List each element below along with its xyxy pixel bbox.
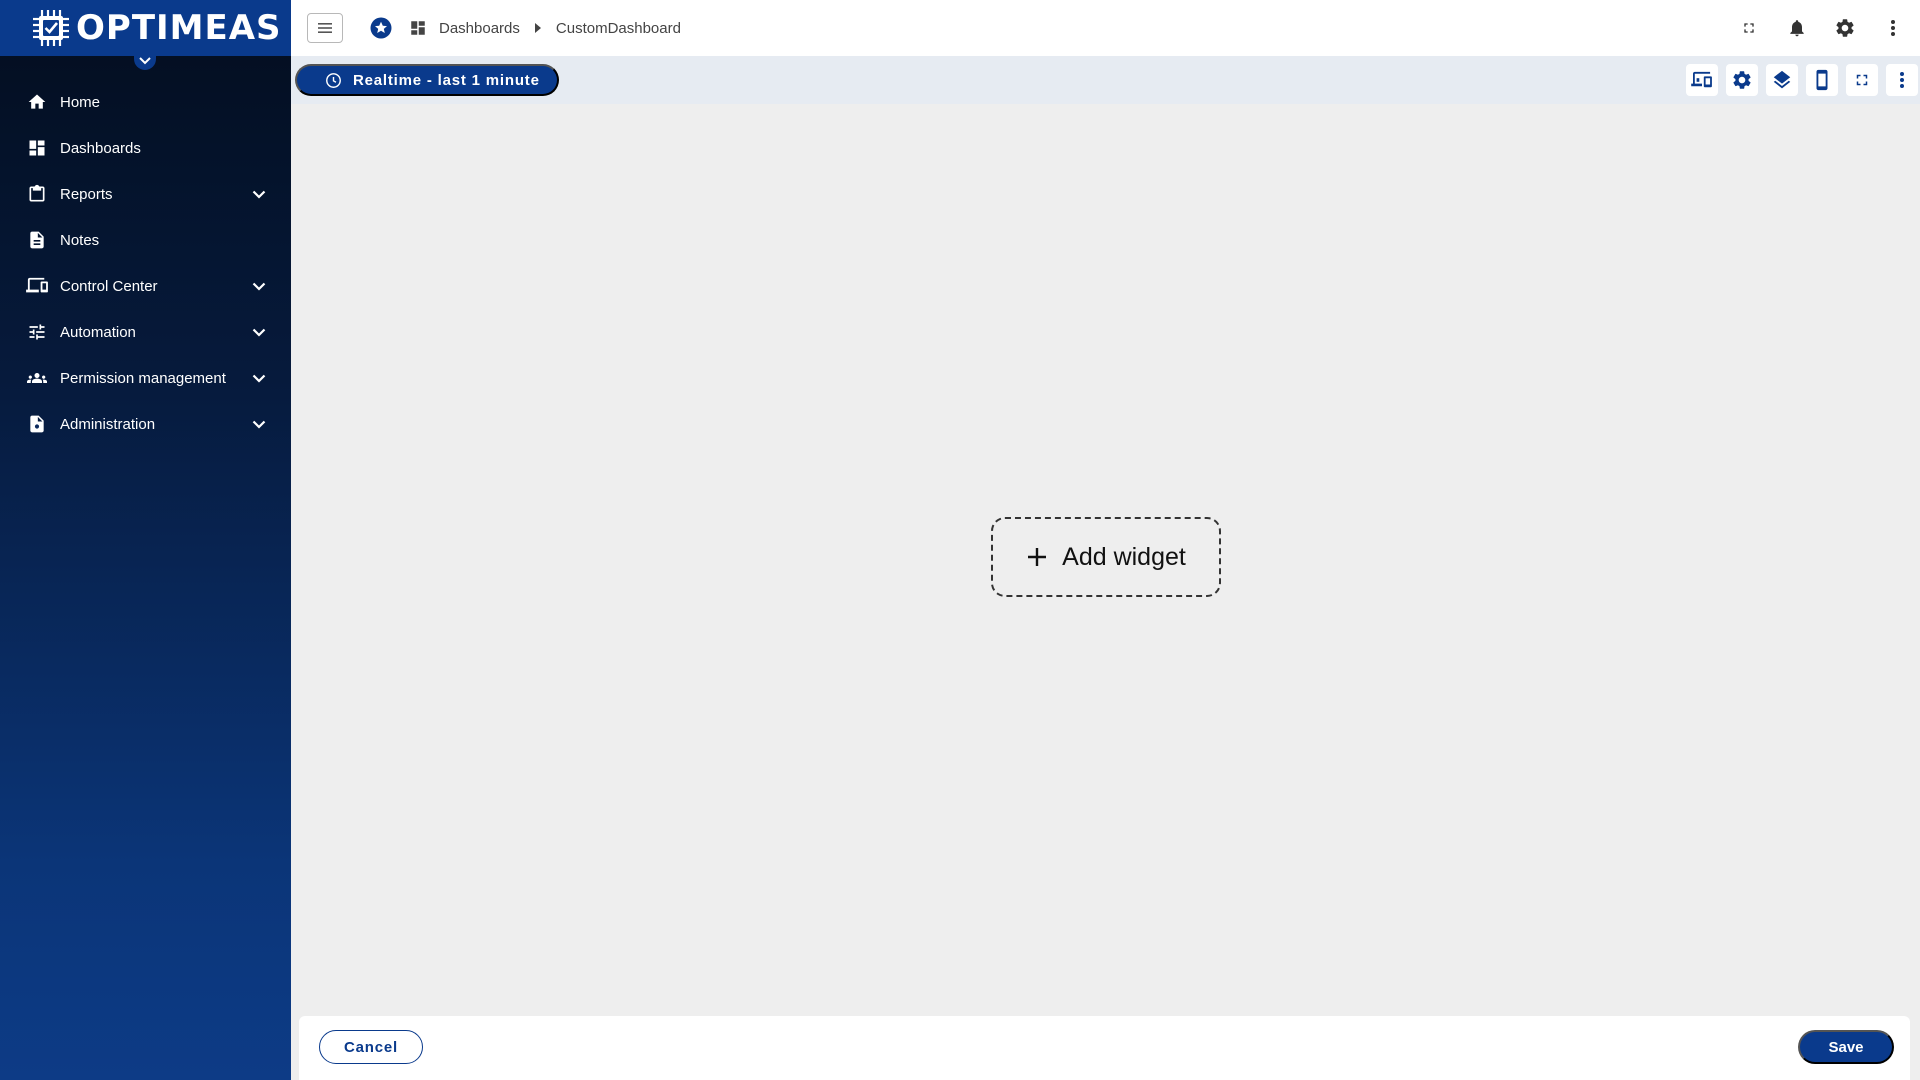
topbar: Dashboards CustomDashboard [291, 0, 1920, 56]
sidebar-item-home[interactable]: Home [0, 79, 291, 125]
add-widget-button[interactable]: Add widget [991, 517, 1221, 597]
sliders-icon [26, 321, 48, 343]
dashboard-icon [26, 137, 48, 159]
more-vert-icon[interactable] [1886, 64, 1918, 96]
home-icon [26, 91, 48, 113]
sidebar-item-label: Control Center [60, 277, 158, 295]
cancel-button[interactable]: Cancel [319, 1030, 423, 1064]
dashboard-tool-icons [1678, 64, 1918, 96]
document-icon [26, 229, 48, 251]
sidebar-collapse-toggle[interactable] [134, 52, 156, 70]
layers-icon[interactable] [1766, 64, 1798, 96]
group-icon [26, 367, 48, 389]
clock-icon [325, 71, 343, 89]
breadcrumb-item-dashboards[interactable]: Dashboards [439, 20, 520, 37]
logo-bar: OPTIMEAS [0, 0, 291, 70]
sidebar-item-label: Notes [60, 231, 100, 249]
sidebar-item-label: Permission management [60, 369, 226, 387]
sidebar-item-label: Administration [60, 415, 156, 433]
save-button[interactable]: Save [1798, 1030, 1894, 1064]
sidebar-item-reports[interactable]: Reports [0, 171, 291, 217]
chip-check-icon [30, 7, 72, 49]
sidebar-item-label: Reports [60, 185, 113, 203]
hamburger-icon [318, 23, 332, 33]
clipboard-icon [26, 183, 48, 205]
add-widget-label: Add widget [1062, 542, 1186, 571]
chevron-right-icon [534, 23, 542, 33]
sidebar-item-automation[interactable]: Automation [0, 309, 291, 355]
sidebar-item-label: Dashboards [60, 139, 141, 157]
time-range-label: Realtime - last 1 minute [353, 71, 540, 89]
breadcrumb: Dashboards CustomDashboard [409, 18, 681, 38]
chevron-down-icon[interactable] [249, 322, 269, 342]
sidebar-item-control-center[interactable]: Control Center [0, 263, 291, 309]
chevron-down-icon[interactable] [249, 414, 269, 434]
more-vert-icon[interactable] [1880, 15, 1906, 41]
favorite-star-icon[interactable] [369, 16, 393, 40]
chevron-down-icon[interactable] [249, 184, 269, 204]
sidebar-item-label: Automation [60, 323, 136, 341]
bell-icon[interactable] [1784, 15, 1810, 41]
chevron-down-icon [139, 57, 151, 65]
devices-icon [26, 275, 48, 297]
sidebar-nav: Home Dashboards Reports Notes Control Ce… [0, 79, 291, 447]
menu-toggle-button[interactable] [307, 13, 343, 43]
admin-file-icon [26, 413, 48, 435]
sidebar-item-notes[interactable]: Notes [0, 217, 291, 263]
sidebar-item-dashboards[interactable]: Dashboards [0, 125, 291, 171]
footer-actions: Cancel Save [299, 1016, 1910, 1080]
brand-name: OPTIMEAS [76, 8, 282, 48]
dashboard-icon [409, 18, 429, 38]
plus-icon [1026, 545, 1050, 569]
breadcrumb-item-current: CustomDashboard [555, 19, 681, 37]
sidebar-item-permission-management[interactable]: Permission management [0, 355, 291, 401]
mobile-icon[interactable] [1806, 64, 1838, 96]
dashboard-toolbar: Realtime - last 1 minute [291, 56, 1920, 104]
settings-icon[interactable] [1726, 64, 1758, 96]
fullscreen-icon[interactable] [1846, 64, 1878, 96]
sidebar: OPTIMEAS Home Dashboards Reports Notes C… [0, 0, 291, 1080]
chevron-down-icon[interactable] [249, 276, 269, 296]
gear-icon[interactable] [1832, 15, 1858, 41]
topbar-actions [1714, 0, 1906, 56]
sidebar-item-administration[interactable]: Administration [0, 401, 291, 447]
chevron-down-icon[interactable] [249, 368, 269, 388]
device-layout-icon[interactable] [1686, 64, 1718, 96]
fullscreen-icon[interactable] [1736, 15, 1762, 41]
dashboard-canvas: Add widget [291, 104, 1920, 1016]
sidebar-item-label: Home [60, 93, 101, 111]
time-range-button[interactable]: Realtime - last 1 minute [295, 64, 559, 96]
